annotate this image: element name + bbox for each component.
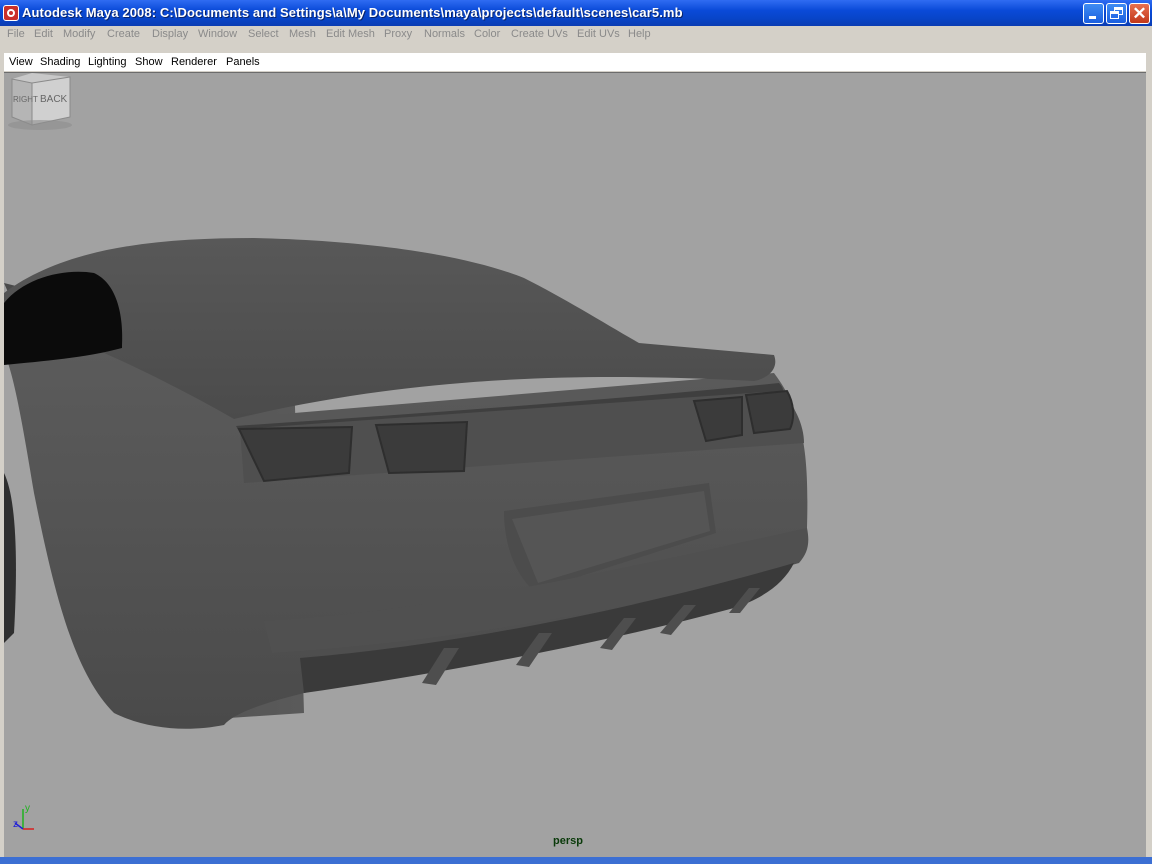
window-title: Autodesk Maya 2008: C:\Documents and Set…: [22, 5, 683, 20]
menu-edit-mesh[interactable]: Edit Mesh: [326, 28, 375, 40]
menu-modify[interactable]: Modify: [63, 28, 95, 40]
menu-mesh[interactable]: Mesh: [289, 28, 316, 40]
menu-help[interactable]: Help: [628, 28, 651, 40]
panel-menu-lighting[interactable]: Lighting: [88, 56, 127, 68]
menu-proxy[interactable]: Proxy: [384, 28, 412, 40]
close-icon: ✕: [1132, 4, 1147, 23]
panel-menu-bar: View Shading Lighting Show Renderer Pane…: [4, 53, 1146, 71]
panel-menu-shading[interactable]: Shading: [40, 56, 80, 68]
axis-gizmo-icon: y z: [13, 803, 34, 830]
panel-menu-renderer[interactable]: Renderer: [171, 56, 217, 68]
axis-y-label: y: [25, 803, 30, 814]
menu-normals[interactable]: Normals: [424, 28, 465, 40]
title-bar: Autodesk Maya 2008: C:\Documents and Set…: [0, 0, 1152, 26]
car-model[interactable]: [4, 73, 1146, 857]
viewcube-right-face[interactable]: RIGHT: [13, 95, 38, 104]
menu-file[interactable]: File: [7, 28, 25, 40]
window-bottom-border: [0, 857, 1152, 864]
menu-window[interactable]: Window: [198, 28, 237, 40]
main-menu-bar: File Edit Modify Create Display Window S…: [0, 26, 1152, 44]
axis-z-label: z: [13, 819, 18, 830]
restore-button[interactable]: [1106, 3, 1127, 24]
menu-select[interactable]: Select: [248, 28, 279, 40]
panel-menu-view[interactable]: View: [9, 56, 33, 68]
menu-create-uvs[interactable]: Create UVs: [511, 28, 568, 40]
minimize-icon: [1089, 16, 1096, 19]
menu-display[interactable]: Display: [152, 28, 188, 40]
close-button[interactable]: ✕: [1129, 3, 1150, 24]
viewcube-back-face[interactable]: BACK: [40, 94, 68, 105]
maya-app-icon[interactable]: [3, 5, 19, 21]
panel-menu-show[interactable]: Show: [135, 56, 163, 68]
perspective-viewport[interactable]: RIGHT BACK y z persp: [4, 72, 1146, 857]
panel-menu-panels[interactable]: Panels: [226, 56, 260, 68]
minimize-button[interactable]: [1083, 3, 1104, 24]
viewcube[interactable]: RIGHT BACK: [4, 73, 76, 135]
camera-label: persp: [553, 835, 583, 847]
menu-create[interactable]: Create: [107, 28, 140, 40]
menu-color[interactable]: Color: [474, 28, 500, 40]
menu-edit[interactable]: Edit: [34, 28, 53, 40]
menu-edit-uvs[interactable]: Edit UVs: [577, 28, 620, 40]
